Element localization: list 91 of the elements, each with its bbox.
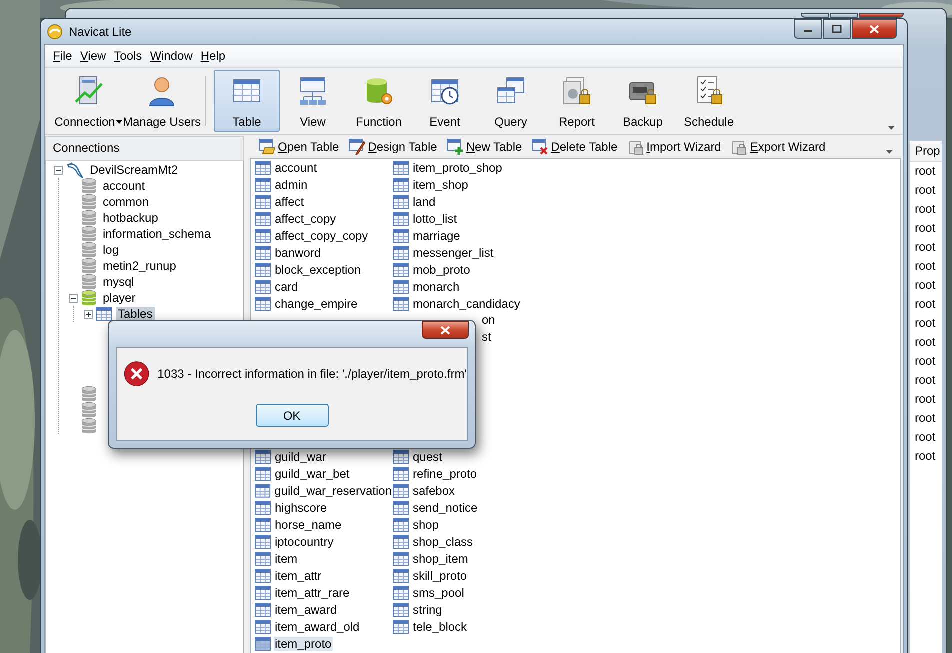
menu-item[interactable]: Help [196,49,230,63]
toolbar-button[interactable]: Import Wizard [624,138,724,156]
table-name[interactable]: guild_war [274,450,328,464]
tree-item[interactable]: Tables [116,306,155,322]
table-cell-text: root [914,239,937,256]
table-name[interactable]: monarch_candidacy [412,296,522,310]
tree-item[interactable]: player [101,290,138,306]
menu-item[interactable]: Window [146,49,197,63]
tree-item[interactable]: DevilScreamMt2 [88,162,180,178]
tree-item[interactable]: mysql [101,274,136,290]
toolbar-button[interactable]: Open Table [256,138,342,156]
window-title: Navicat Lite [69,24,132,38]
table-name[interactable]: sms_pool [412,586,466,600]
table-name[interactable]: banword [274,246,322,260]
toolbar-button[interactable]: Export Wizard [728,138,829,156]
toolbar-button[interactable]: Query [478,70,544,132]
toolbar-button[interactable]: Design Table [346,138,440,156]
table-name[interactable]: change_empire [274,296,359,310]
table-name[interactable]: affect_copy_copy [274,228,370,242]
table-name[interactable]: affect_copy [274,212,338,226]
table-cell-text: root [914,353,937,370]
table-cell-text: root [914,391,937,408]
table-name[interactable]: item_shop [412,178,470,192]
toolbar-button[interactable]: Table [214,70,280,132]
table-cell-text: root [914,334,937,351]
table-cell-text: root [914,182,937,199]
table-name[interactable]: item_award [274,602,338,616]
table-name[interactable]: item_attr_rare [274,586,351,600]
table-name[interactable]: marriage [412,228,462,242]
table-name[interactable]: item_attr [274,568,323,582]
toolbar-button[interactable]: Delete Table [529,138,621,156]
table-name[interactable]: string [412,602,444,616]
table-name[interactable]: land [412,194,437,208]
table-cell-text: root [914,296,937,313]
menu-item[interactable]: View [76,49,110,63]
table-name[interactable]: shop_item [412,552,470,566]
toolbar-button[interactable]: Report [544,70,610,132]
table-name[interactable]: highscore [274,500,328,514]
table-name[interactable]: iptocountry [274,534,335,548]
table-name[interactable]: skill_proto [412,568,468,582]
table-cell-text: root [914,163,937,180]
ok-button[interactable]: OK [256,404,328,427]
tree-item[interactable]: log [101,242,122,258]
toolbar-button[interactable]: New Table [444,138,526,156]
table-name[interactable]: tele_block [412,620,468,634]
error-message: 1033 - Incorrect information in file: './player/item_proto.frm' [158,367,467,381]
table-name[interactable]: affect [274,194,306,208]
table-name[interactable]: refine_proto [412,466,478,480]
tree-item[interactable]: information_schema [101,226,214,242]
menu-item[interactable]: File [49,49,76,63]
table-name[interactable]: card [274,280,300,294]
table-name[interactable]: mob_proto [412,262,472,276]
tree-item[interactable]: hotbackup [101,210,160,226]
table-cell-text: root [914,410,937,427]
table-name[interactable]: messenger_list [412,246,495,260]
toolbar-button[interactable]: Backup [610,70,676,132]
table-name[interactable]: admin [274,178,309,192]
table-cell-text: root [914,220,937,237]
table-cell-text: root [914,258,937,275]
table-name[interactable]: horse_name [274,518,343,532]
table-name[interactable]: send_notice [412,500,479,514]
table-name[interactable]: quest [412,450,444,464]
menu-item[interactable]: Tools [110,49,146,63]
table-name[interactable]: item_proto_shop [412,160,504,174]
table-name[interactable]: lotto_list [412,212,458,226]
table-name[interactable]: safebox [412,484,456,498]
table-name[interactable]: guild_war_bet [274,466,351,480]
table-name[interactable]: guild_war_reservation [274,484,393,498]
table-cell-text: root [914,277,937,294]
tree-item[interactable]: common [101,194,152,210]
table-cell-text: root [914,201,937,218]
toolbar-button[interactable]: View [280,70,346,132]
tree-item[interactable]: account [101,178,148,194]
table-cell-text: root [914,372,937,389]
table-name[interactable]: shop_class [412,534,474,548]
table-name[interactable]: item_proto [274,636,333,650]
tree-item[interactable]: metin2_runup [101,258,178,274]
table-name[interactable]: account [274,160,318,174]
table-name[interactable]: item_award_old [274,620,361,634]
panel-title: Connections [45,136,244,161]
table-cell-text: root [914,429,937,446]
column-header[interactable]: Prop [910,141,942,162]
table-name[interactable]: item [274,552,299,566]
table-name[interactable]: monarch [412,280,461,294]
toolbar-button[interactable]: Schedule [676,70,742,132]
table-cell-text: root [914,315,937,332]
toolbar-button[interactable]: Event [412,70,478,132]
table-cell-text: root [914,448,937,465]
table-name[interactable]: block_exception [274,262,362,276]
toolbar-button[interactable]: Function [346,70,412,132]
table-name[interactable]: shop [412,518,440,532]
